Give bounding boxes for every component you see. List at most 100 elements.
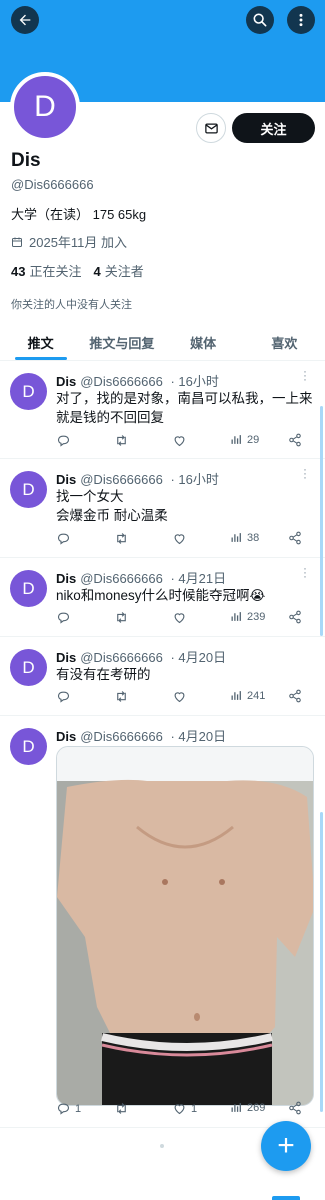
scrollbar[interactable] bbox=[320, 812, 323, 1112]
share-button[interactable] bbox=[288, 433, 302, 447]
tweet-author-name[interactable]: Dis bbox=[56, 650, 76, 665]
back-button[interactable] bbox=[11, 6, 39, 34]
tweet-photo[interactable] bbox=[56, 746, 314, 1106]
tweet-text: 找一个女大 会爆金币 耐心温柔 bbox=[56, 487, 318, 525]
like-button[interactable] bbox=[172, 433, 191, 448]
share-icon bbox=[289, 610, 301, 624]
compose-button[interactable]: + bbox=[261, 1121, 311, 1171]
tweet-more-icon[interactable]: · · · bbox=[300, 562, 310, 582]
tweet-header: Dis @Dis6666666 · 4月20日 bbox=[56, 729, 227, 744]
tweet-time[interactable]: 4月20日 bbox=[178, 650, 226, 665]
share-button[interactable] bbox=[288, 1101, 302, 1115]
tweet-avatar[interactable]: D bbox=[10, 728, 47, 765]
tweet-time[interactable]: 4月20日 bbox=[178, 729, 226, 744]
tweet-text: 对了，找的是对象，南昌可以私我，一上来就是钱的不回回复 bbox=[56, 389, 318, 427]
retweet-button[interactable] bbox=[114, 1101, 133, 1116]
following-count: 43 bbox=[11, 264, 26, 279]
tweet-text: 有没有在考研的 bbox=[56, 665, 318, 684]
reply-button[interactable] bbox=[56, 610, 75, 625]
more-vertical-icon bbox=[299, 13, 303, 27]
avatar-letter: D bbox=[22, 657, 35, 677]
retweet-button[interactable] bbox=[114, 689, 133, 704]
tweet-avatar[interactable]: D bbox=[10, 471, 47, 508]
message-button[interactable] bbox=[196, 113, 226, 143]
tweet-author-name[interactable]: Dis bbox=[56, 729, 76, 744]
retweet-button[interactable] bbox=[114, 433, 133, 448]
tweet-author-name[interactable]: Dis bbox=[56, 374, 76, 389]
retweet-icon bbox=[117, 612, 126, 623]
tweet-text: niko和monesy什么时候能夺冠啊😭 bbox=[56, 586, 318, 605]
like-button[interactable] bbox=[172, 531, 191, 546]
view-count: 241 bbox=[247, 689, 266, 702]
like-button[interactable] bbox=[172, 610, 191, 625]
following-link[interactable]: 43 正在关注 bbox=[11, 261, 81, 280]
retweet-button[interactable] bbox=[114, 531, 133, 546]
share-icon bbox=[289, 531, 301, 545]
followers-label: 关注者 bbox=[104, 264, 144, 279]
tweet-time[interactable]: 16小时 bbox=[178, 472, 218, 487]
tab-posts[interactable]: 推文 bbox=[0, 324, 81, 360]
mail-icon bbox=[204, 123, 218, 133]
tweet-text-line: 会爆金币 耐心温柔 bbox=[56, 508, 168, 523]
view-count: 29 bbox=[247, 433, 260, 446]
tab-likes[interactable]: 喜欢 bbox=[244, 324, 325, 360]
tweet-avatar[interactable]: D bbox=[10, 570, 47, 607]
reply-button[interactable]: 1 bbox=[56, 1101, 81, 1116]
views-button[interactable]: 269 bbox=[230, 1101, 265, 1114]
reply-button[interactable] bbox=[56, 433, 75, 448]
retweet-icon bbox=[117, 1103, 126, 1114]
profile-handle: @Dis6666666 bbox=[11, 177, 94, 192]
share-button[interactable] bbox=[288, 531, 302, 545]
profile-name: Dis bbox=[11, 150, 41, 171]
views-button[interactable]: 239 bbox=[230, 610, 265, 623]
reply-button[interactable] bbox=[56, 531, 75, 546]
like-button[interactable] bbox=[172, 689, 191, 704]
views-button[interactable]: 29 bbox=[230, 433, 259, 446]
tweet-author-name[interactable]: Dis bbox=[56, 571, 76, 586]
follow-button[interactable]: 关注 bbox=[232, 113, 315, 143]
tweet-author-handle: @Dis6666666 bbox=[80, 374, 163, 389]
tweet-actions: 29 bbox=[56, 433, 308, 451]
bottom-bar-edge bbox=[272, 1196, 300, 1200]
following-label: 正在关注 bbox=[29, 264, 82, 279]
heart-icon bbox=[174, 613, 185, 624]
search-button[interactable] bbox=[246, 6, 274, 34]
tweet-avatar[interactable]: D bbox=[10, 649, 47, 686]
tweet[interactable]: D Dis @Dis6666666 · 4月20日 有没有在考研的 241 bbox=[0, 637, 325, 716]
arrow-left-icon bbox=[19, 14, 31, 26]
like-button[interactable]: 1 bbox=[172, 1101, 197, 1116]
tweet-time[interactable]: 4月21日 bbox=[178, 571, 226, 586]
retweet-button[interactable] bbox=[114, 610, 133, 625]
tab-media[interactable]: 媒体 bbox=[163, 324, 244, 360]
heart-icon bbox=[174, 534, 185, 545]
followers-link[interactable]: 4 关注者 bbox=[93, 261, 143, 280]
tweet-text-line: 对了，找的是对象，南昌可以私我，一上来就是钱的不回回复 bbox=[56, 391, 313, 425]
tweet-more-icon[interactable]: · · · bbox=[300, 463, 310, 483]
avatar-letter: D bbox=[22, 381, 35, 401]
tweet-author-handle: @Dis6666666 bbox=[80, 472, 163, 487]
tweet-more-icon[interactable]: · · · bbox=[300, 365, 310, 385]
share-icon bbox=[289, 433, 301, 447]
more-options-button[interactable] bbox=[287, 6, 315, 34]
tab-posts-and-replies[interactable]: 推文与回复 bbox=[81, 324, 162, 360]
views-button[interactable]: 38 bbox=[230, 531, 259, 544]
tweet[interactable]: D Dis @Dis6666666 · 16小时 · · · 对了，找的是对象，南昌可… bbox=[0, 361, 325, 459]
scrollbar[interactable] bbox=[320, 406, 323, 636]
followers-count: 4 bbox=[93, 264, 101, 279]
search-icon bbox=[253, 13, 267, 27]
tweet[interactable]: D Dis @Dis6666666 · 16小时 · · · 找一个女大 会爆金币 耐心… bbox=[0, 459, 325, 558]
views-button[interactable]: 241 bbox=[230, 689, 265, 702]
tweet[interactable]: D Dis @Dis6666666 · 4月21日 · · · niko和monesy… bbox=[0, 558, 325, 637]
tweet-author-name[interactable]: Dis bbox=[56, 472, 76, 487]
reply-icon bbox=[57, 435, 70, 447]
reply-icon bbox=[57, 533, 70, 545]
share-button[interactable] bbox=[288, 610, 302, 624]
tweet-text-line: 有没有在考研的 bbox=[56, 667, 151, 682]
reply-button[interactable] bbox=[56, 689, 75, 704]
share-button[interactable] bbox=[288, 689, 302, 703]
profile-tabs: 推文 推文与回复 媒体 喜欢 bbox=[0, 324, 325, 361]
tweet-time[interactable]: 16小时 bbox=[178, 374, 218, 389]
tweet-avatar[interactable]: D bbox=[10, 373, 47, 410]
profile-avatar[interactable]: D bbox=[10, 72, 80, 142]
tweet[interactable]: D Dis @Dis6666666 · 4月20日 1 1 269 bbox=[0, 716, 325, 1128]
